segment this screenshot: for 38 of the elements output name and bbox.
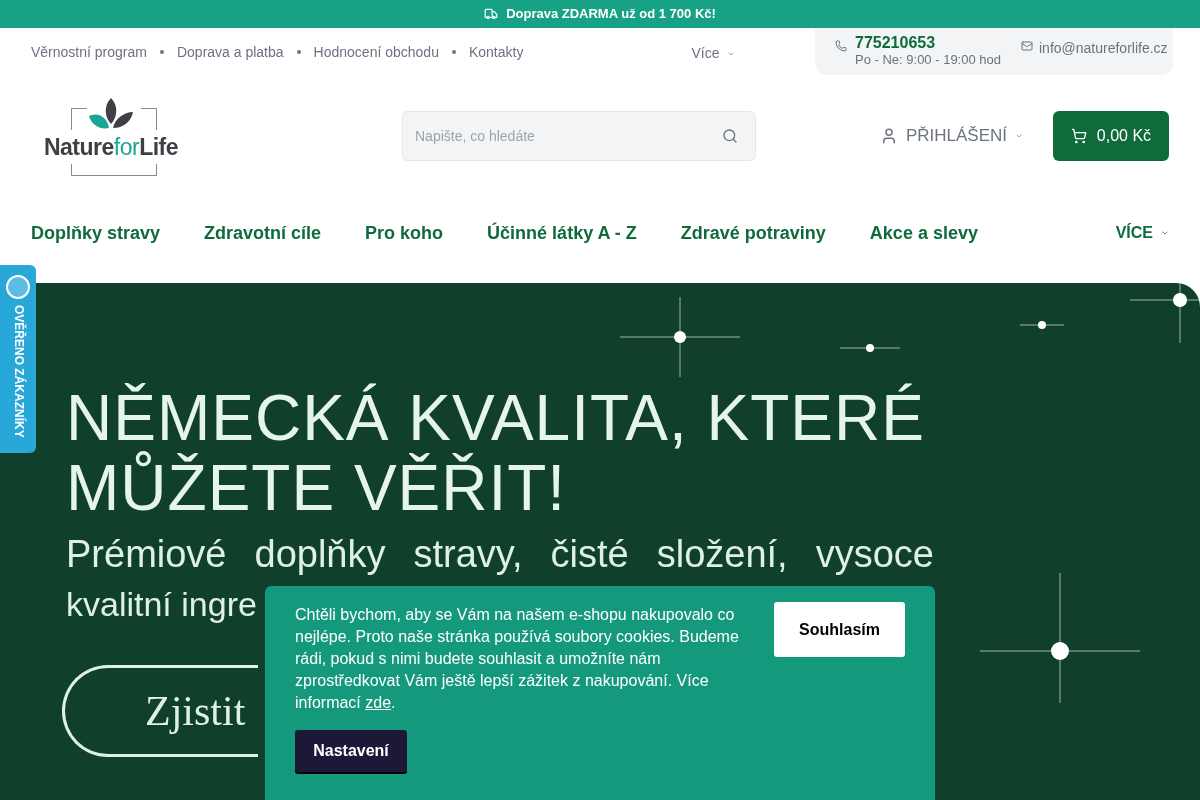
cart-button[interactable]: 0,00 Kč [1053,111,1169,161]
promo-text: Doprava ZDARMA už od 1 700 Kč! [506,5,716,24]
top-link[interactable]: Kontakty [468,41,524,63]
nav-more-button[interactable]: VÍCE [1115,221,1169,245]
caret-icon [1015,132,1023,140]
more-link[interactable]: Více [691,43,736,64]
search-field[interactable]: Napište, co hledáte [402,111,756,161]
cart-icon [1070,128,1087,144]
caret-icon [1161,229,1169,237]
phone-number[interactable]: 775210653 [855,34,1001,52]
phone-icon [835,40,847,52]
seal-icon [6,275,30,299]
nav-item[interactable]: Akce a slevy [869,219,978,247]
logo[interactable]: NatureforLife [32,96,190,176]
cookie-info-link[interactable]: zde [365,694,392,711]
top-link[interactable]: Hodnocení obchodu [313,41,439,63]
nav-item[interactable]: Zdravé potraviny [680,219,826,247]
logo-text: NatureforLife [43,134,179,160]
hero-subtitle: Prémiové doplňky stravy, čisté složení, vysoce [66,532,934,577]
settings-button[interactable]: Nastavení [295,730,407,772]
badge-text: OVĚŘENO ZÁKAZNÍKY [11,305,25,438]
top-link[interactable]: Doprava a platba [176,41,284,63]
truck-icon [484,7,499,21]
hero-button[interactable]: Zjistit [62,665,258,757]
opening-hours: Po - Ne: 9:00 - 19:00 hod [855,52,1001,68]
cookie-message: Chtěli bychom, aby se Vám na našem e-shopu nakupovalo co nejlépe. Proto naše stránka používá soubory cookies. Budeme rádi, pokud s nimi budete souhlasit a umožníte nám zprostředkovat Vám ještě lepší zážitek z nakupování. Více informací zde. [295,605,740,713]
nav-item[interactable]: Účinné látky A - Z [487,219,637,247]
nav-item[interactable]: Doplňky stravy [31,219,161,247]
mail-icon [1021,40,1033,52]
nav-item[interactable]: Zdravotní cíle [204,219,322,247]
nav-item[interactable]: Pro koho [365,219,444,247]
accept-button[interactable]: Souhlasím [774,602,905,657]
hero-heading: NĚMECKÁ KVALITA, KTERÉ MŮŽETE VĚŘIT! [66,383,926,523]
search-icon[interactable] [722,128,738,144]
top-link[interactable]: Věrnostní program [31,41,147,63]
login-button[interactable]: PŘIHLÁŠENÍ [879,123,1023,149]
hero-subtitle: kvalitní ingre [66,584,257,625]
email-link[interactable]: info@natureforlife.cz [1039,38,1168,59]
